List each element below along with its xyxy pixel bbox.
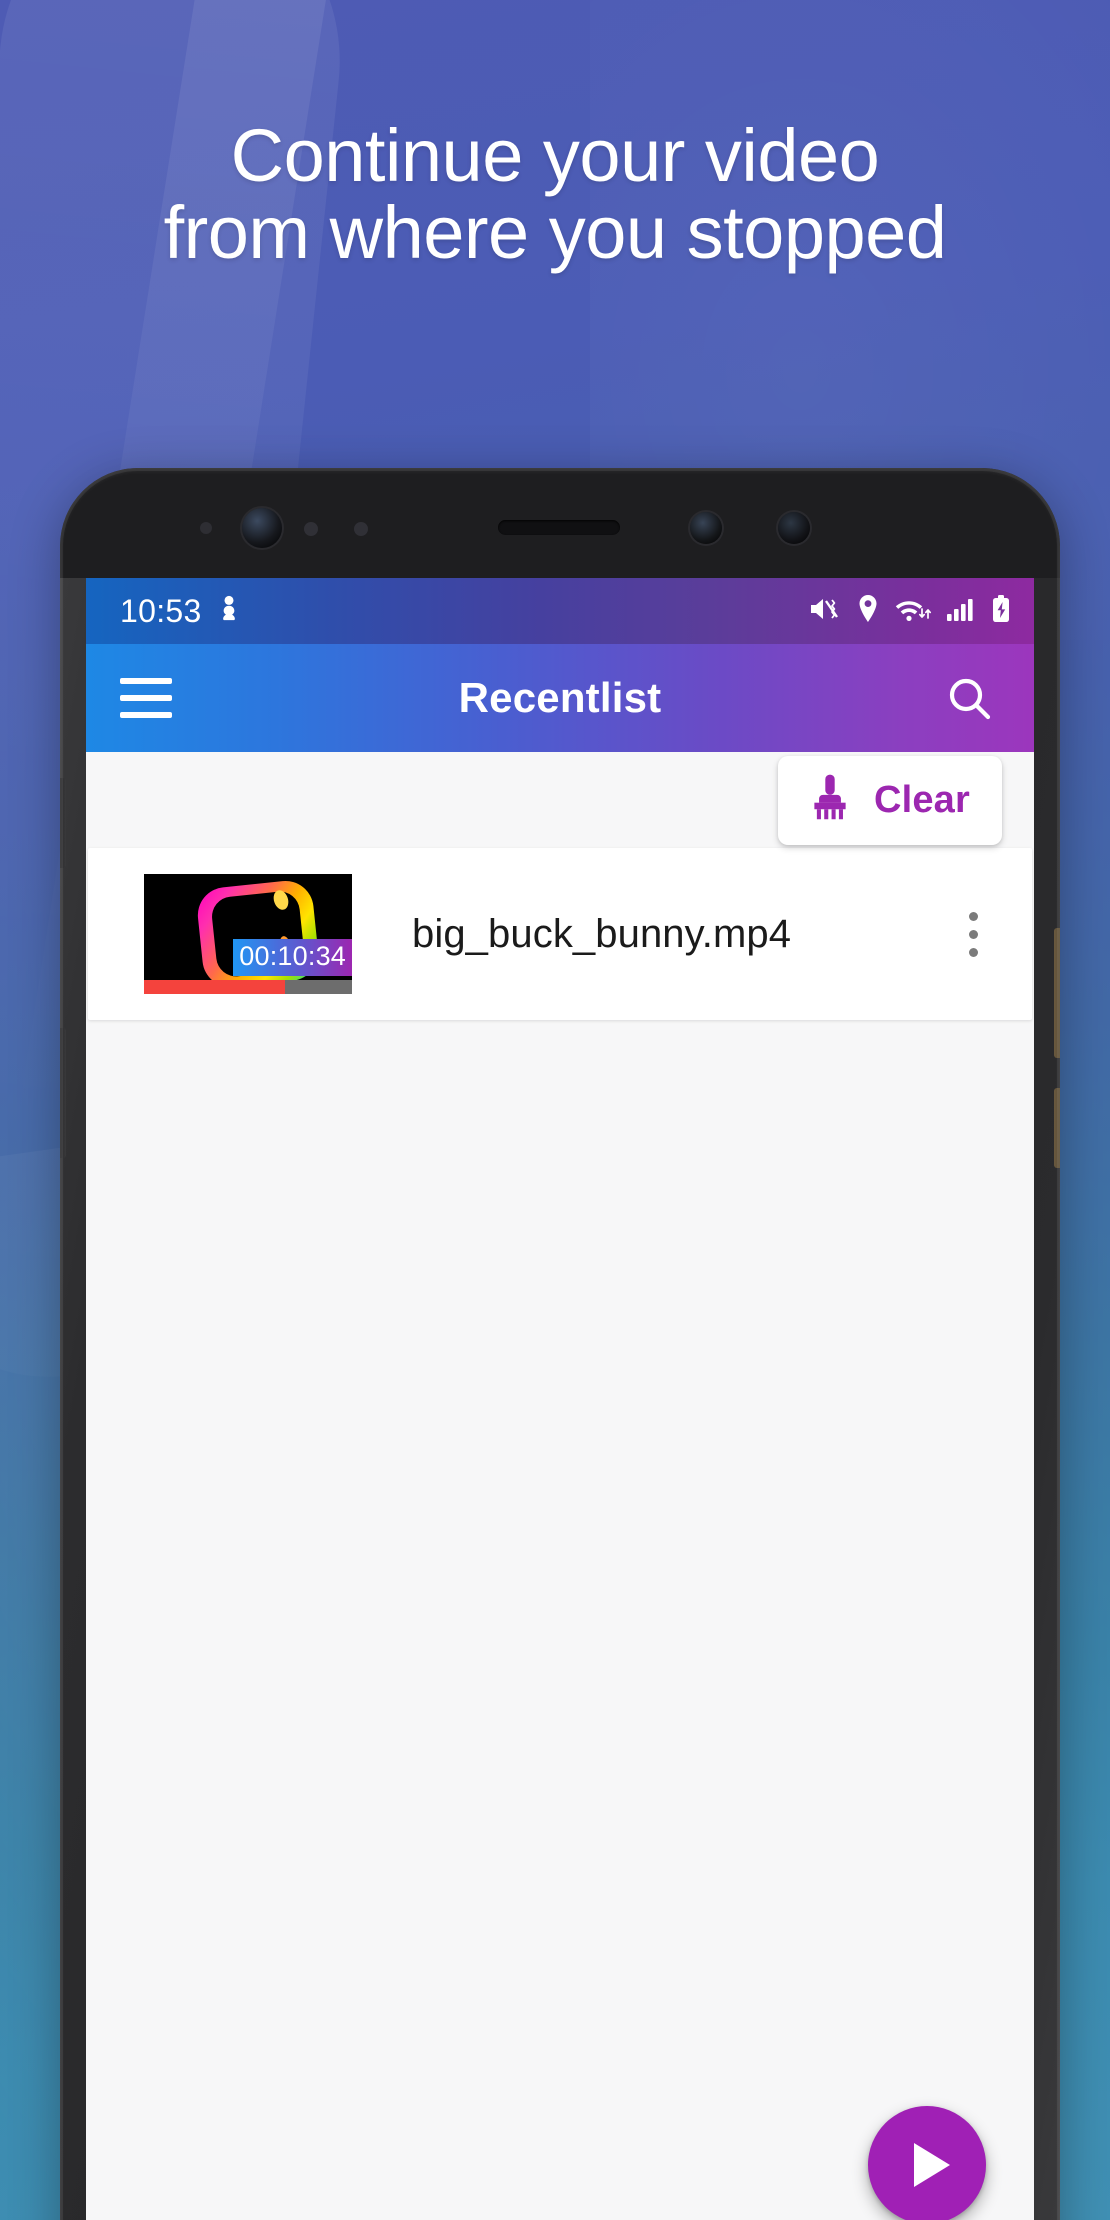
- watch-progress-fill: [144, 980, 286, 994]
- volume-down-button[interactable]: [60, 1028, 66, 1158]
- main-content: Clear 00:10:34 big_buck_bunny.mp4: [86, 752, 1034, 2220]
- status-bar-right: [808, 594, 1012, 629]
- recent-list: 00:10:34 big_buck_bunny.mp4: [86, 848, 1034, 1020]
- proximity-sensor-icon: [200, 522, 212, 534]
- location-pin-icon: [856, 594, 880, 629]
- promo-headline: Continue your video from where you stopp…: [0, 114, 1110, 274]
- video-file-name: big_buck_bunny.mp4: [412, 911, 792, 956]
- mute-vibrate-icon: [808, 594, 842, 629]
- video-thumbnail: 00:10:34: [144, 874, 352, 994]
- hamburger-menu-icon[interactable]: [120, 667, 182, 729]
- promo-headline-line-2: from where you stopped: [163, 190, 947, 274]
- power-button[interactable]: [1054, 928, 1060, 1058]
- ambient-light-sensor-icon: [304, 522, 318, 536]
- phone-sensor-cluster: [60, 468, 1060, 578]
- broom-icon: [808, 773, 852, 828]
- search-icon[interactable]: [938, 667, 1000, 729]
- phone-screen: 10:53 Recentlist Clear 00:10:34 big_buck…: [86, 578, 1034, 2220]
- list-toolbar: Clear: [86, 752, 1034, 848]
- signal-bars-icon: [946, 594, 976, 629]
- depth-sensor-icon: [778, 512, 810, 544]
- clear-button[interactable]: Clear: [777, 755, 1002, 845]
- ir-sensor-icon: [354, 522, 368, 536]
- phone-mockup: 10:53 Recentlist Clear 00:10:34 big_buck…: [60, 468, 1060, 2220]
- play-icon: [913, 2143, 950, 2187]
- status-bar: 10:53: [86, 578, 1034, 644]
- page-title: Recentlist: [458, 674, 662, 721]
- clear-button-label: Clear: [873, 778, 970, 821]
- status-bar-left: 10:53: [120, 593, 242, 630]
- promo-headline-line-1: Continue your video: [230, 114, 880, 197]
- front-camera-icon: [242, 508, 282, 548]
- play-fab-button[interactable]: [868, 2106, 986, 2220]
- more-vertical-icon[interactable]: [944, 891, 1002, 977]
- status-bar-clock: 10:53: [120, 592, 202, 629]
- battery-charging-icon: [990, 594, 1012, 629]
- earpiece-speaker-icon: [498, 520, 620, 535]
- app-bar: Recentlist: [86, 644, 1034, 752]
- wifi-icon: [894, 594, 932, 629]
- video-duration-badge: 00:10:34: [233, 939, 352, 976]
- secondary-camera-icon: [690, 512, 722, 544]
- do-not-disturb-icon: [216, 594, 242, 629]
- volume-up-button[interactable]: [60, 778, 66, 868]
- list-item[interactable]: 00:10:34 big_buck_bunny.mp4: [88, 848, 1032, 1020]
- phone-notch-area: [60, 468, 1060, 578]
- assistant-button[interactable]: [1054, 1088, 1060, 1168]
